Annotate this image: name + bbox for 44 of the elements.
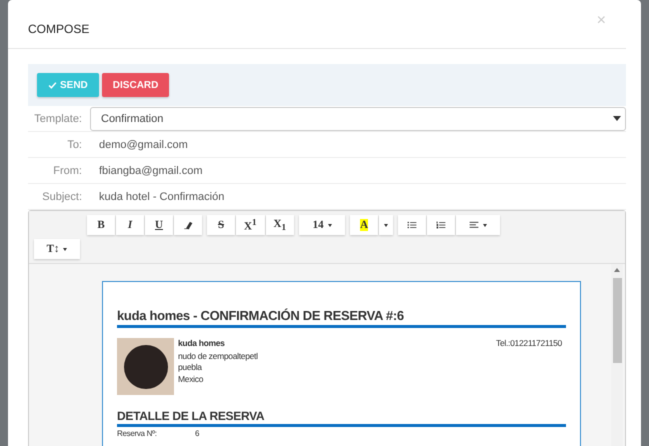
dropdown-arrow-icon (613, 116, 621, 121)
dropdown-button[interactable]: T↕ (34, 239, 80, 259)
caret-icon (328, 224, 332, 226)
eraser-icon (183, 220, 193, 230)
discard-button[interactable]: DISCARD (102, 73, 170, 97)
script-button[interactable]: X$^{1}$ (236, 215, 265, 235)
toolbar-button[interactable] (174, 215, 202, 235)
bold-button[interactable]: B (87, 215, 115, 235)
underline-button[interactable]: U (145, 215, 173, 235)
field-label: From: (52, 164, 83, 176)
address-line: puebla (178, 362, 203, 374)
toolbar-button[interactable] (398, 215, 426, 235)
template-dropdown[interactable]: Confirmation (90, 106, 626, 130)
document-heading: kuda homes - CONFIRMACIÓN DE RESERVA #:6 (117, 308, 566, 328)
dropdown-button[interactable] (379, 215, 394, 235)
dropdown-button[interactable]: 14 (299, 215, 346, 235)
address-line: nudo de zempoaltepetl (178, 350, 259, 362)
numbered-list-icon (436, 220, 446, 230)
caret-icon (63, 248, 68, 250)
caret-icon (483, 224, 488, 226)
field-label: Subject: (41, 190, 83, 202)
address-line: Mexico (178, 374, 204, 385)
strikethrough-button[interactable]: S (207, 215, 235, 235)
field-label: Template: (33, 112, 83, 124)
script-button[interactable]: X$_{1}$ (266, 215, 294, 235)
field-label: To: (66, 138, 83, 150)
highlight-button[interactable]: A (350, 215, 378, 235)
caret-icon (384, 224, 388, 226)
detail-label: Reserva Nº: (117, 429, 158, 438)
align-left-icon (469, 220, 480, 230)
toolbar-button[interactable] (427, 215, 456, 235)
input-field[interactable]: kuda hotel - Confirmación (90, 190, 626, 202)
detail-value: 6 (195, 429, 200, 438)
dialog-title: COMPOSE (28, 22, 90, 36)
avatar-placeholder (117, 338, 174, 395)
italic-button[interactable]: I (116, 215, 144, 235)
phone-number: Tel.:012211721150 (496, 338, 562, 350)
input-field[interactable]: demo@gmail.com (90, 138, 626, 150)
hotel-name: kuda homes (178, 338, 226, 350)
section-heading: DETALLE DE LA RESERVA (117, 409, 566, 427)
scrollbar[interactable] (611, 264, 623, 446)
bulleted-list-icon (407, 220, 418, 230)
check-icon (48, 80, 57, 90)
input-field[interactable]: fbiangba@gmail.com (90, 164, 626, 176)
